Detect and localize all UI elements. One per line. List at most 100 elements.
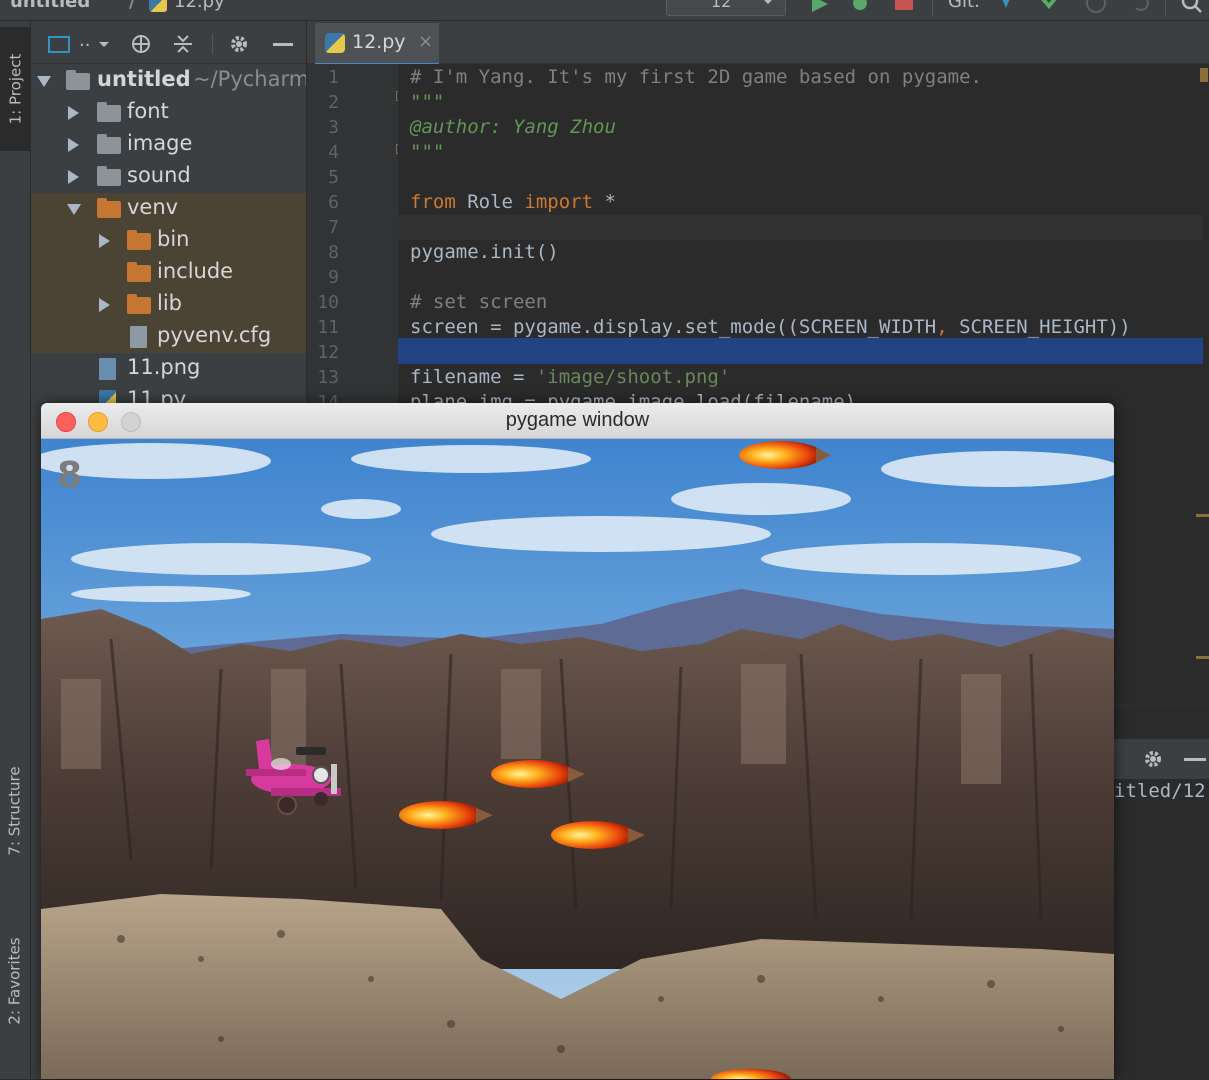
image-file-icon [99, 358, 116, 380]
code-text: * [593, 191, 616, 213]
code-text: screen = pygame.display.set_mode((SCREEN… [410, 316, 937, 338]
tree-item-venv[interactable]: venv [31, 193, 306, 225]
tree-item-label: sound [127, 163, 191, 187]
tree-item-include[interactable]: include [31, 257, 306, 289]
tree-item-label: venv [127, 195, 179, 219]
line-number: 8 [328, 242, 339, 263]
locate-target-icon[interactable] [130, 33, 152, 55]
project-view-select[interactable]: .. [79, 30, 90, 51]
line-number: 10 [317, 292, 339, 313]
code-text: Role [455, 191, 525, 213]
chevron-down-icon [99, 42, 109, 47]
debug-icon[interactable] [849, 0, 871, 12]
window-titlebar[interactable]: pygame window [41, 403, 1114, 439]
keyword-text: from [410, 191, 456, 213]
code-line-10: # set screen [410, 291, 547, 316]
tab-12-py[interactable]: 12.py × [315, 23, 439, 66]
line-number: 4 [328, 142, 339, 163]
run-configuration-select[interactable]: 12 [666, 0, 786, 16]
tree-item-label: image [127, 131, 193, 155]
vcs-commit-icon[interactable] [1040, 0, 1060, 12]
tree-item-bin[interactable]: bin [31, 225, 306, 257]
window-title: pygame window [505, 409, 650, 431]
search-icon[interactable] [1180, 0, 1204, 16]
line-number: 12 [317, 342, 339, 363]
inspection-status-icon[interactable] [1200, 68, 1208, 82]
expand-arrow-icon[interactable] [37, 76, 51, 87]
string-text: 'image/shoot.png' [535, 366, 731, 388]
close-tab-icon[interactable]: × [418, 31, 433, 52]
tab-favorites-label: 2: Favorites [6, 937, 24, 1025]
tab-label: 12.py [352, 31, 406, 53]
tab-project-tool-window[interactable]: 1: Project [0, 27, 30, 151]
vcs-update-icon[interactable] [996, 0, 1016, 12]
docstring-text: @author: Yang Zhou [410, 116, 616, 138]
line-number: 3 [328, 117, 339, 138]
tree-item-untitled[interactable]: untitled ~/PycharmP [31, 65, 306, 97]
run-icon[interactable] [808, 0, 830, 12]
collapse-all-icon[interactable] [172, 33, 194, 55]
project-view-icon[interactable] [48, 36, 70, 53]
toolbar-divider [212, 34, 213, 54]
game-canvas[interactable]: 8 [41, 439, 1114, 1079]
warning-marker[interactable] [1196, 656, 1209, 659]
editor-error-stripe[interactable] [1203, 64, 1209, 704]
warning-marker[interactable] [1196, 514, 1209, 517]
tree-item-lib[interactable]: lib [31, 289, 306, 321]
line-number: 13 [317, 367, 339, 388]
expand-arrow-icon[interactable] [68, 106, 79, 120]
vcs-revert-icon[interactable] [1130, 0, 1152, 14]
vcs-history-icon[interactable] [1084, 0, 1108, 14]
selected-line-highlight [398, 338, 1203, 364]
code-text: filename = [410, 366, 536, 388]
comment-text: # I'm Yang. It's my first 2D game based … [410, 66, 982, 88]
tree-item-label: include [157, 259, 234, 283]
folder-icon [97, 134, 121, 154]
tab-favorites-tool-window[interactable]: 2: Favorites [0, 906, 30, 1056]
folder-icon [97, 166, 121, 186]
tree-item-label: bin [157, 227, 190, 251]
gear-icon[interactable] [227, 32, 251, 56]
hide-panel-icon[interactable] [1184, 758, 1206, 761]
line-number: 5 [328, 167, 339, 188]
expand-arrow-icon[interactable] [68, 170, 79, 184]
run-configuration-label: 12 [711, 0, 732, 11]
code-line-4: """ [410, 141, 444, 166]
pygame-window[interactable]: pygame window 8 [41, 403, 1114, 1079]
tool-window-stripe: 1: Project 7: Structure 2: Favorites [0, 21, 31, 1079]
python-file-icon [149, 0, 167, 12]
vcs-label: Git: [948, 0, 981, 12]
code-line-13: filename = 'image/shoot.png' [410, 366, 730, 391]
expand-arrow-icon[interactable] [99, 234, 110, 248]
score-counter: 8 [57, 455, 82, 496]
code-line-11: screen = pygame.display.set_mode((SCREEN… [410, 316, 1131, 341]
tree-item-label: 11.png [127, 355, 201, 379]
expand-arrow-icon[interactable] [68, 138, 79, 152]
code-line-1: # I'm Yang. It's my first 2D game based … [410, 66, 982, 91]
tree-item-image[interactable]: image [31, 129, 306, 161]
tree-item-label: lib [157, 291, 182, 315]
hide-panel-icon[interactable] [273, 43, 293, 46]
chevron-down-icon [763, 0, 773, 4]
expand-arrow-icon[interactable] [99, 298, 110, 312]
tab-structure-tool-window[interactable]: 7: Structure [0, 741, 30, 881]
folder-icon [127, 294, 151, 314]
code-line-2: """ [410, 91, 444, 116]
tree-item-11-png[interactable]: 11.png [31, 353, 306, 385]
toolbar-divider [932, 0, 933, 16]
tab-project-label: 1: Project [6, 53, 24, 125]
tree-item-pyvenv-cfg[interactable]: pyvenv.cfg [31, 321, 306, 353]
config-file-icon [130, 326, 147, 348]
tree-item-path-hint: ~/PycharmP [193, 67, 306, 91]
tree-item-sound[interactable]: sound [31, 161, 306, 193]
line-number: 11 [317, 317, 339, 338]
tree-item-font[interactable]: font [31, 97, 306, 129]
breadcrumb-project[interactable]: untitled [10, 0, 90, 12]
breadcrumb-file[interactable]: 12.py [174, 0, 225, 12]
tree-item-label: pyvenv.cfg [157, 323, 272, 347]
line-number: 7 [328, 217, 339, 238]
stop-icon[interactable] [895, 0, 913, 10]
code-punctuation: , [936, 316, 948, 338]
gear-icon[interactable] [1141, 747, 1165, 771]
expand-arrow-icon[interactable] [67, 204, 81, 215]
